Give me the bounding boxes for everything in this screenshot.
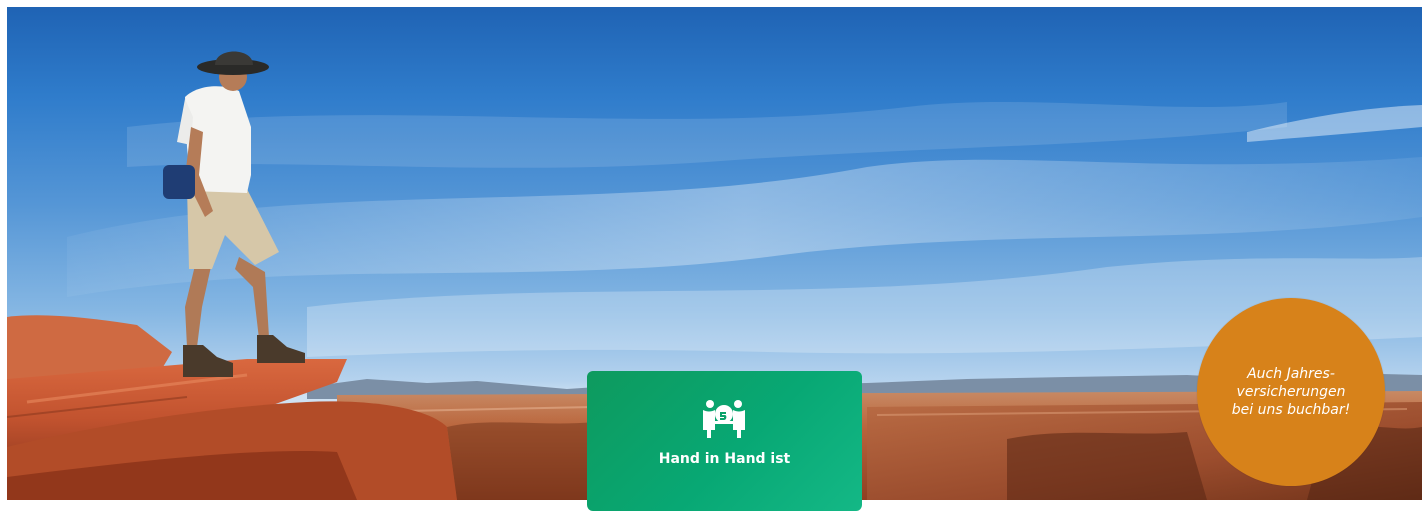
card-title: Hand in Hand ist — [658, 451, 791, 467]
hand-in-hand-icon — [703, 400, 745, 438]
annual-insurance-badge[interactable]: Auch Jahres- versicherungen bei uns buch… — [1197, 298, 1385, 486]
hand-in-hand-card[interactable]: Hand in Hand ist — [587, 371, 862, 511]
cloud-streaks — [67, 102, 1422, 357]
badge-text: Auch Jahres- versicherungen bei uns buch… — [1231, 366, 1351, 418]
